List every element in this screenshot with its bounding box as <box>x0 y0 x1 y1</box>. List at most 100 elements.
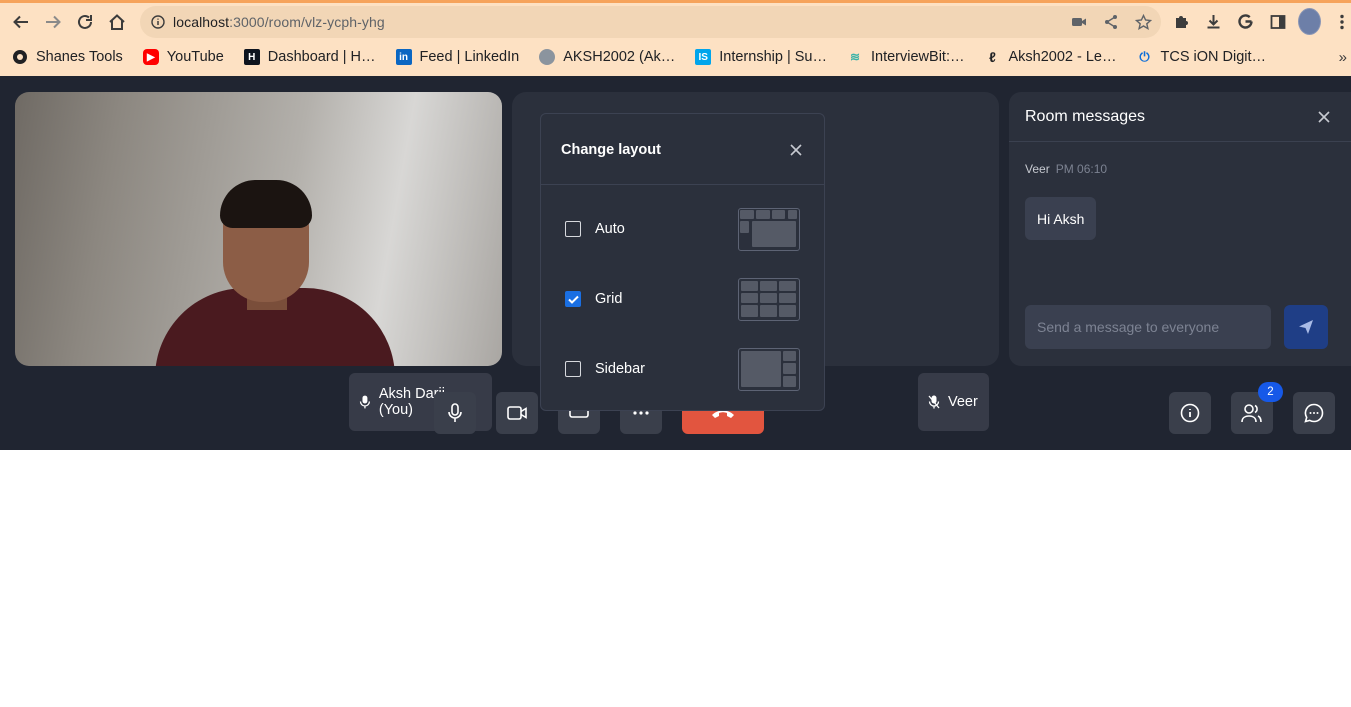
microphone-icon <box>448 403 462 422</box>
more-horizontal-icon <box>633 411 649 415</box>
close-dialog-button[interactable] <box>789 143 803 157</box>
address-bar[interactable]: localhost:3000/room/vlz-ycph-yhg <box>140 6 1161 38</box>
share-icon[interactable] <box>1101 12 1121 32</box>
bookmark-shanes-tools[interactable]: Shanes Tools <box>0 44 131 70</box>
mic-toggle-button[interactable] <box>434 392 476 434</box>
layout-option-label: Auto <box>595 221 625 237</box>
bookmark-label: YouTube <box>166 49 224 65</box>
close-icon <box>790 144 802 156</box>
video-camera-icon <box>507 406 527 420</box>
bookmark-label: AKSH2002 (Ak… <box>563 49 676 65</box>
bookmark-label: Feed | LinkedIn <box>419 49 520 65</box>
reload-button[interactable] <box>73 10 97 34</box>
microphone-muted-icon <box>928 395 940 409</box>
site-info-icon[interactable] <box>150 14 166 30</box>
close-icon <box>1318 111 1330 123</box>
divider <box>1009 141 1351 142</box>
internshala-icon: IS <box>695 49 712 65</box>
message-time: PM 06:10 <box>1055 162 1108 176</box>
layout-option-sidebar[interactable]: Sidebar <box>541 344 824 394</box>
bookmark-internshala[interactable]: IS Internship | Su… <box>683 44 835 70</box>
meeting-info-button[interactable] <box>1169 392 1211 434</box>
leetcode-icon: ℓ <box>989 49 996 65</box>
bookmark-interviewbit[interactable]: ≋ InterviewBit:… <box>835 44 972 70</box>
extension-toolbar <box>1170 8 1351 35</box>
bookmarks-overflow-button[interactable]: » <box>1339 44 1347 70</box>
participants-count-badge: 2 <box>1258 382 1283 402</box>
info-icon <box>1180 403 1200 423</box>
camera-in-use-icon[interactable] <box>1069 12 1089 32</box>
bookmark-label: Internship | Su… <box>719 49 827 65</box>
forward-button[interactable] <box>41 10 65 34</box>
reload-icon <box>78 14 92 29</box>
google-icon[interactable] <box>1234 8 1257 35</box>
layout-grid-checkbox[interactable] <box>565 291 581 307</box>
bookmark-label: Shanes Tools <box>36 49 123 65</box>
youtube-icon: ▶ <box>142 49 159 65</box>
veer-name: Veer <box>948 394 978 410</box>
download-icon[interactable] <box>1202 8 1225 35</box>
layout-option-label: Grid <box>595 291 623 307</box>
video-tile-self[interactable] <box>15 92 502 366</box>
layout-auto-checkbox[interactable] <box>565 221 581 237</box>
tcs-ion-icon: ⏻ <box>1139 49 1150 64</box>
profile-avatar-icon[interactable] <box>1298 8 1321 35</box>
chat-message-input[interactable] <box>1025 305 1271 349</box>
bookmark-leetcode[interactable]: ℓ Aksh2002 - Le… <box>972 44 1124 70</box>
bookmark-youtube[interactable]: ▶ YouTube <box>131 44 232 70</box>
home-icon <box>109 14 125 30</box>
message-bubble: Hi Aksh <box>1025 197 1097 240</box>
github-icon <box>539 49 556 65</box>
arrow-right-icon <box>46 15 61 29</box>
chat-panel: Room messages Veer PM 06:10 Hi Aksh <box>1009 92 1351 366</box>
bookmark-star-icon[interactable] <box>1133 12 1153 32</box>
browser-menu-icon[interactable] <box>1330 8 1351 35</box>
layout-option-grid[interactable]: Grid <box>541 274 824 324</box>
bookmark-github[interactable]: AKSH2002 (Ak… <box>527 44 683 70</box>
bookmark-label: TCS iON Digit… <box>1160 49 1267 65</box>
bookmarks-bar: Shanes Tools ▶ YouTube H Dashboard | H… … <box>0 44 1351 70</box>
veer-name-chip: Veer <box>918 373 989 431</box>
shanes-tools-icon <box>12 49 28 65</box>
interviewbit-icon: ≋ <box>849 50 861 64</box>
close-chat-button[interactable] <box>1317 110 1331 124</box>
bookmark-label: Dashboard | H… <box>267 49 376 65</box>
chat-toggle-button[interactable] <box>1293 392 1335 434</box>
url-host: localhost <box>173 14 230 30</box>
hackerrank-icon: H <box>243 49 260 65</box>
arrow-left-icon <box>13 15 28 29</box>
layout-sidebar-checkbox[interactable] <box>565 361 581 377</box>
url-text[interactable]: localhost:3000/room/vlz-ycph-yhg <box>173 14 385 30</box>
linkedin-icon: in <box>395 49 412 65</box>
camera-toggle-button[interactable] <box>496 392 538 434</box>
bookmark-label: InterviewBit:… <box>871 49 965 65</box>
checkmark-icon <box>567 295 579 304</box>
layout-option-auto[interactable]: Auto <box>541 204 824 254</box>
send-message-button[interactable] <box>1284 305 1328 349</box>
change-layout-dialog: Change layout Auto Grid Sidebar <box>540 113 825 411</box>
divider <box>541 184 824 185</box>
bookmark-label: Aksh2002 - Le… <box>1008 49 1117 65</box>
layout-option-label: Sidebar <box>595 361 645 377</box>
participant-video-hair <box>220 180 312 228</box>
microphone-icon <box>359 395 371 409</box>
auto-layout-preview-icon <box>738 208 800 251</box>
address-bar-actions <box>1069 6 1153 38</box>
send-icon <box>1299 320 1313 334</box>
home-button[interactable] <box>105 10 129 34</box>
back-button[interactable] <box>9 10 33 34</box>
message-meta: Veer PM 06:10 <box>1025 162 1107 176</box>
people-icon <box>1241 404 1262 423</box>
dialog-title: Change layout <box>561 142 661 158</box>
chat-bubble-icon <box>1304 403 1324 423</box>
bookmark-linkedin[interactable]: in Feed | LinkedIn <box>384 44 528 70</box>
grid-layout-preview-icon <box>738 278 800 321</box>
bookmark-hackerrank[interactable]: H Dashboard | H… <box>232 44 384 70</box>
side-panel-icon[interactable] <box>1266 8 1289 35</box>
browser-chrome: localhost:3000/room/vlz-ycph-yhg Shanes … <box>0 0 1351 76</box>
extensions-puzzle-icon[interactable] <box>1170 8 1193 35</box>
bookmark-tcs-ion[interactable]: ⏻ TCS iON Digit… <box>1125 44 1275 70</box>
tab-strip-edge <box>0 0 1351 3</box>
url-path: :3000/room/vlz-ycph-yhg <box>229 14 385 30</box>
sidebar-layout-preview-icon <box>738 348 800 391</box>
